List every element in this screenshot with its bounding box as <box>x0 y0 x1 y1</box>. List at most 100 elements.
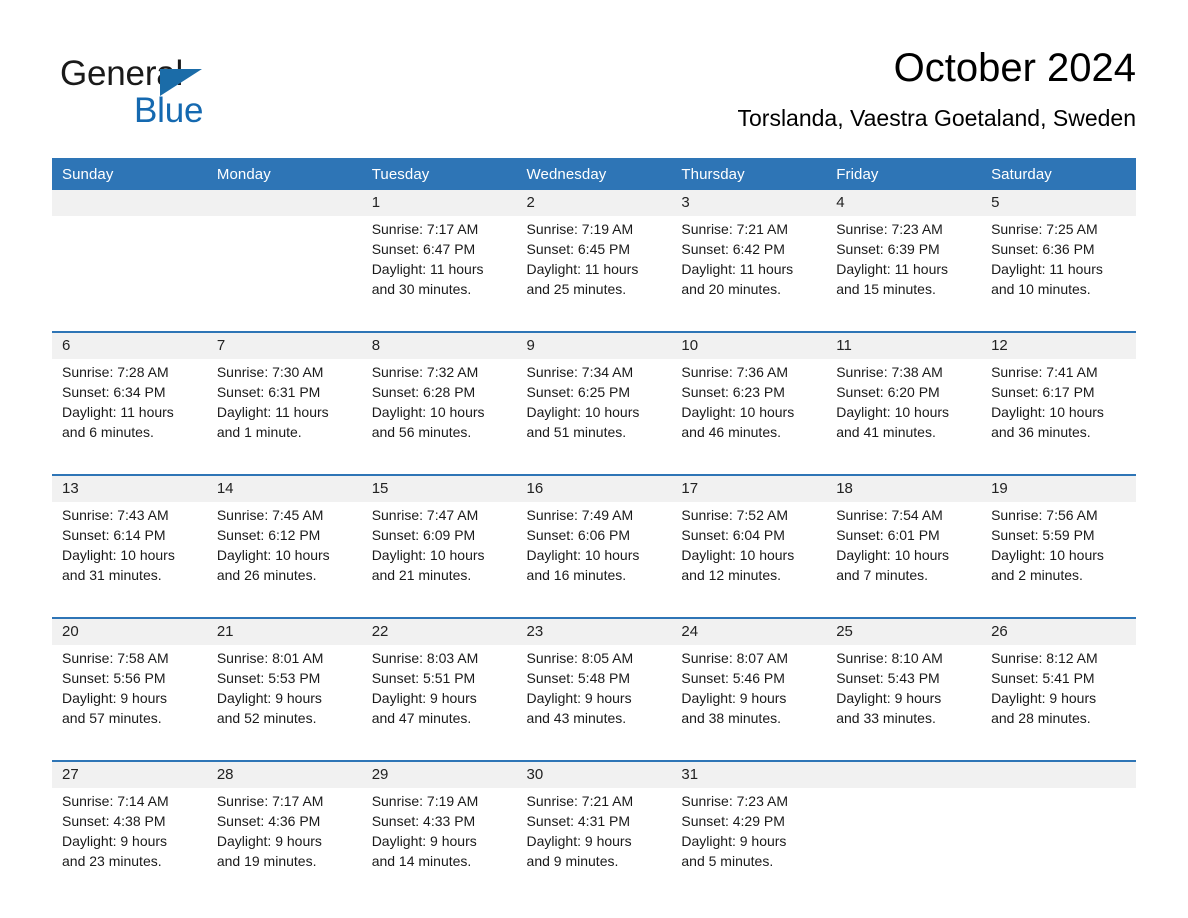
day-cell-12[interactable]: Sunrise: 7:41 AM Sunset: 6:17 PM Daylight:… <box>981 359 1136 458</box>
day-info-line: Daylight: 11 hours <box>991 261 1103 277</box>
day-cell-27[interactable]: Sunrise: 7:14 AM Sunset: 4:38 PM Daylight:… <box>52 788 207 887</box>
day-number-5[interactable]: 5 <box>981 190 1136 216</box>
day-cell-15[interactable]: Sunrise: 7:47 AM Sunset: 6:09 PM Daylight:… <box>361 502 517 601</box>
week-info-row: Sunrise: 7:28 AM Sunset: 6:34 PM Daylight:… <box>52 359 1136 458</box>
day-number-29[interactable]: 29 <box>361 760 517 788</box>
day-cell-3[interactable]: Sunrise: 7:21 AM Sunset: 6:42 PM Daylight:… <box>671 216 827 315</box>
day-cell-1[interactable]: Sunrise: 7:17 AM Sunset: 6:47 PM Daylight:… <box>361 216 517 315</box>
day-number-19[interactable]: 19 <box>981 474 1136 502</box>
day-number-4[interactable]: 4 <box>826 190 982 216</box>
day-number-12[interactable]: 12 <box>981 331 1136 359</box>
day-cell-24[interactable]: Sunrise: 8:07 AM Sunset: 5:46 PM Daylight:… <box>671 645 827 744</box>
week-spacer-cell <box>52 315 1136 332</box>
day-number-15[interactable]: 15 <box>361 474 517 502</box>
day-info-line: Sunrise: 7:41 AM <box>991 364 1098 380</box>
day-info-line: and 2 minutes. <box>991 567 1083 583</box>
day-cell-28[interactable]: Sunrise: 7:17 AM Sunset: 4:36 PM Daylight:… <box>206 788 362 887</box>
day-number-20[interactable]: 20 <box>52 617 207 645</box>
week-spacer-cell <box>52 458 1136 475</box>
logo-text-blue: Blue <box>134 91 204 130</box>
day-number-14[interactable]: 14 <box>206 474 362 502</box>
day-cell-26[interactable]: Sunrise: 8:12 AM Sunset: 5:41 PM Daylight:… <box>981 645 1136 744</box>
day-info-line: Sunrise: 7:58 AM <box>62 650 169 666</box>
day-number-25[interactable]: 25 <box>826 617 982 645</box>
day-number-6[interactable]: 6 <box>52 331 207 359</box>
day-info-line: Sunset: 5:46 PM <box>681 670 785 686</box>
day-cell-20[interactable]: Sunrise: 7:58 AM Sunset: 5:56 PM Daylight:… <box>52 645 207 744</box>
day-cell-19[interactable]: Sunrise: 7:56 AM Sunset: 5:59 PM Daylight:… <box>981 502 1136 601</box>
day-info-line: and 6 minutes. <box>62 424 154 440</box>
calendar-header-row: Sunday Monday Tuesday Wednesday Thursday… <box>52 158 1136 190</box>
day-number-22[interactable]: 22 <box>361 617 517 645</box>
weekday-header-wednesday: Wednesday <box>516 158 672 190</box>
day-number-10[interactable]: 10 <box>671 331 827 359</box>
day-cell-8[interactable]: Sunrise: 7:32 AM Sunset: 6:28 PM Daylight:… <box>361 359 517 458</box>
day-cell-10[interactable]: Sunrise: 7:36 AM Sunset: 6:23 PM Daylight:… <box>671 359 827 458</box>
day-number-18[interactable]: 18 <box>826 474 982 502</box>
weekday-header-tuesday: Tuesday <box>361 158 517 190</box>
day-cell-21[interactable]: Sunrise: 8:01 AM Sunset: 5:53 PM Daylight:… <box>206 645 362 744</box>
day-cell-31[interactable]: Sunrise: 7:23 AM Sunset: 4:29 PM Daylight:… <box>671 788 827 887</box>
day-info-line: Daylight: 9 hours <box>62 690 168 706</box>
day-number-27[interactable]: 27 <box>52 760 207 788</box>
day-cell-5[interactable]: Sunrise: 7:25 AM Sunset: 6:36 PM Daylight:… <box>981 216 1136 315</box>
day-info-line: Sunset: 5:43 PM <box>836 670 940 686</box>
day-number-3[interactable]: 3 <box>671 190 827 216</box>
general-blue-logo[interactable]: General Blue <box>60 54 320 138</box>
day-number-23[interactable]: 23 <box>516 617 672 645</box>
day-number-17[interactable]: 17 <box>671 474 827 502</box>
day-number-28[interactable]: 28 <box>206 760 362 788</box>
day-cell-7[interactable]: Sunrise: 7:30 AM Sunset: 6:31 PM Daylight:… <box>206 359 362 458</box>
day-number-8[interactable]: 8 <box>361 331 517 359</box>
day-number-31[interactable]: 31 <box>671 760 827 788</box>
week-info-row: Sunrise: 7:14 AM Sunset: 4:38 PM Daylight:… <box>52 788 1136 887</box>
day-info-line: Sunset: 6:34 PM <box>62 384 166 400</box>
week-daynum-row: 20 21 22 23 24 25 26 <box>52 617 1136 645</box>
day-cell-25[interactable]: Sunrise: 8:10 AM Sunset: 5:43 PM Daylight:… <box>826 645 982 744</box>
day-cell-6[interactable]: Sunrise: 7:28 AM Sunset: 6:34 PM Daylight:… <box>52 359 207 458</box>
day-info-line: Sunrise: 7:17 AM <box>216 793 324 809</box>
day-info-line: and 36 minutes. <box>991 424 1091 440</box>
day-number-24[interactable]: 24 <box>671 617 827 645</box>
day-cell-14[interactable]: Sunrise: 7:45 AM Sunset: 6:12 PM Daylight:… <box>206 502 362 601</box>
day-info-line: and 10 minutes. <box>991 281 1091 297</box>
day-info-line: and 26 minutes. <box>216 567 317 583</box>
day-info-line: Sunset: 5:59 PM <box>991 527 1095 543</box>
week-daynum-row: 27 28 29 30 31 <box>52 760 1136 788</box>
day-number-11[interactable]: 11 <box>826 331 982 359</box>
day-cell-11[interactable]: Sunrise: 7:38 AM Sunset: 6:20 PM Daylight:… <box>826 359 982 458</box>
calendar-page: General Blue October 2024 Torslanda, Vae… <box>0 0 1188 918</box>
day-cell-13[interactable]: Sunrise: 7:43 AM Sunset: 6:14 PM Daylight:… <box>52 502 207 601</box>
day-info-line: Sunrise: 7:30 AM <box>216 364 324 380</box>
day-info-line: and 43 minutes. <box>526 710 627 726</box>
day-info-line: and 28 minutes. <box>991 710 1091 726</box>
day-cell-18[interactable]: Sunrise: 7:54 AM Sunset: 6:01 PM Daylight:… <box>826 502 982 601</box>
day-cell-2[interactable]: Sunrise: 7:19 AM Sunset: 6:45 PM Daylight:… <box>516 216 672 315</box>
day-number-7[interactable]: 7 <box>206 331 362 359</box>
day-cell-29[interactable]: Sunrise: 7:19 AM Sunset: 4:33 PM Daylight:… <box>361 788 517 887</box>
day-cell-9[interactable]: Sunrise: 7:34 AM Sunset: 6:25 PM Daylight:… <box>516 359 672 458</box>
day-number-9[interactable]: 9 <box>516 331 672 359</box>
day-cell-22[interactable]: Sunrise: 8:03 AM Sunset: 5:51 PM Daylight:… <box>361 645 517 744</box>
day-info-line: Sunrise: 7:49 AM <box>526 507 634 523</box>
day-number-13[interactable]: 13 <box>52 474 207 502</box>
day-info-line: and 52 minutes. <box>216 710 317 726</box>
day-info-line: Sunset: 6:28 PM <box>371 384 476 400</box>
day-number-2[interactable]: 2 <box>516 190 672 216</box>
day-cell-30[interactable]: Sunrise: 7:21 AM Sunset: 4:31 PM Daylight:… <box>516 788 672 887</box>
day-number-30[interactable]: 30 <box>516 760 672 788</box>
day-info-line: Daylight: 9 hours <box>216 833 322 849</box>
day-number-21[interactable]: 21 <box>206 617 362 645</box>
weekday-header-friday: Friday <box>826 158 982 190</box>
day-cell-4[interactable]: Sunrise: 7:23 AM Sunset: 6:39 PM Daylight:… <box>826 216 982 315</box>
page-header: General Blue October 2024 Torslanda, Vae… <box>52 44 1136 150</box>
day-cell-16[interactable]: Sunrise: 7:49 AM Sunset: 6:06 PM Daylight:… <box>516 502 672 601</box>
day-number-16[interactable]: 16 <box>516 474 672 502</box>
day-number-1[interactable]: 1 <box>361 190 517 216</box>
day-info-line: Sunset: 6:17 PM <box>991 384 1095 400</box>
day-cell-17[interactable]: Sunrise: 7:52 AM Sunset: 6:04 PM Daylight:… <box>671 502 827 601</box>
day-info-line: and 41 minutes. <box>836 424 936 440</box>
day-info-line: Sunrise: 7:45 AM <box>216 507 324 523</box>
day-cell-23[interactable]: Sunrise: 8:05 AM Sunset: 5:48 PM Daylight:… <box>516 645 672 744</box>
day-number-26[interactable]: 26 <box>981 617 1136 645</box>
